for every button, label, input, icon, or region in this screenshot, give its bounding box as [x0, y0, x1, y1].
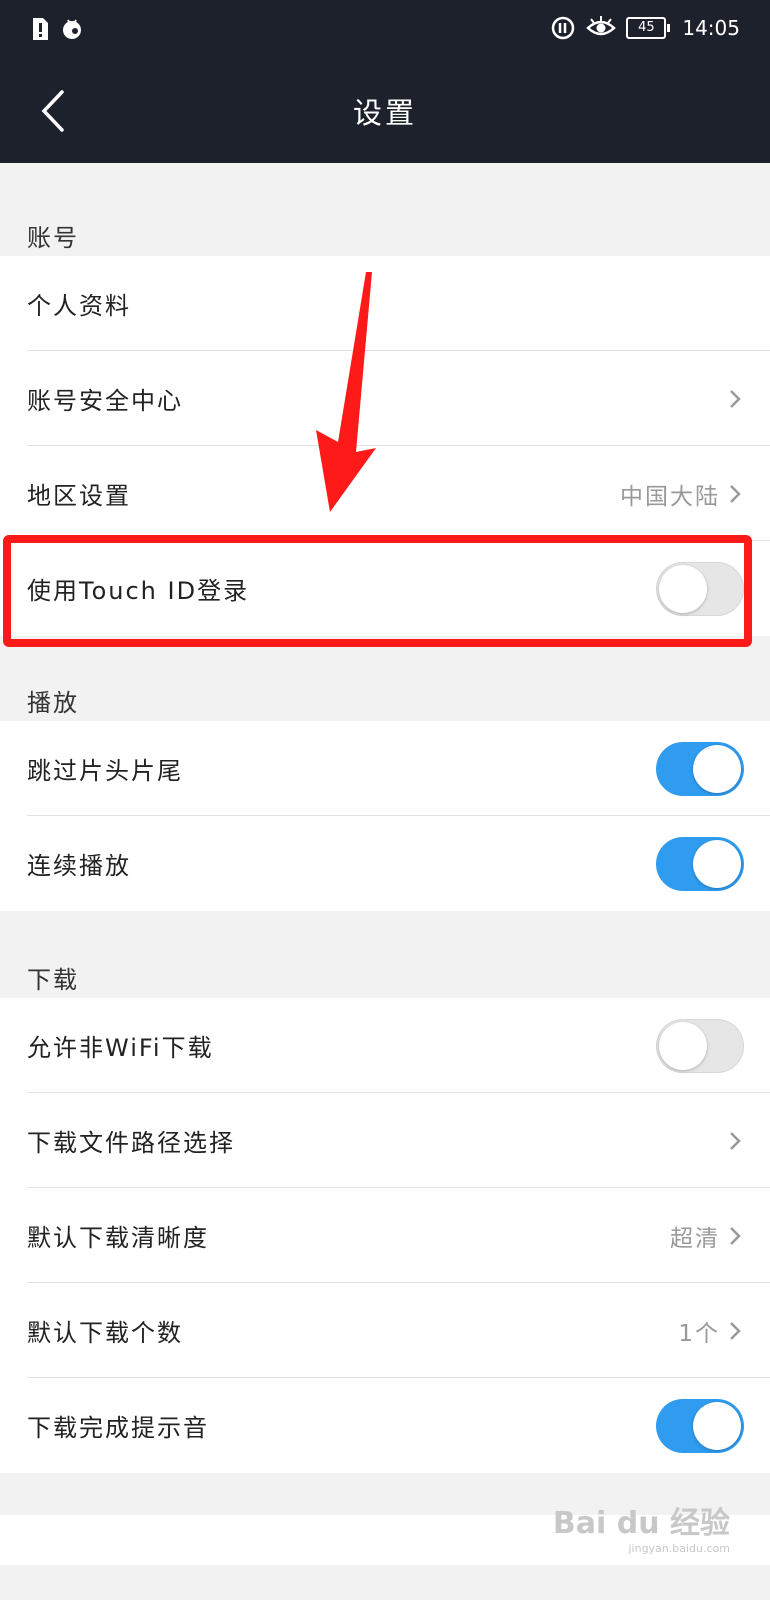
section-label-playback: 播放	[27, 689, 79, 717]
setting-value: 1个	[678, 1320, 720, 1347]
setting-non-wifi-download[interactable]: 允许非WiFi下载	[0, 998, 770, 1093]
setting-label: 个人资料	[27, 292, 131, 320]
setting-skip-intro[interactable]: 跳过片头片尾	[0, 721, 770, 816]
chevron-right-icon	[730, 484, 741, 503]
watermark-brand: Bai du 经验	[552, 1506, 730, 1541]
setting-download-count[interactable]: 默认下载个数 1个	[0, 1283, 770, 1378]
status-bar: 45 14:05	[0, 0, 770, 60]
skip-intro-toggle[interactable]	[656, 741, 744, 796]
setting-continuous-play[interactable]: 连续播放	[0, 816, 770, 911]
setting-label: 默认下载个数	[27, 1319, 183, 1347]
section-label-download: 下载	[27, 966, 79, 994]
annotation-arrow-icon	[316, 272, 376, 512]
setting-label: 默认下载清晰度	[27, 1224, 209, 1252]
page-title: 设置	[352, 96, 417, 130]
setting-value: 中国大陆	[620, 483, 720, 510]
chevron-right-icon	[730, 1226, 741, 1245]
setting-label: 下载文件路径选择	[27, 1129, 235, 1157]
chevron-right-icon	[730, 1321, 741, 1340]
sim-alert-icon	[33, 18, 48, 40]
watermark: Bai du 经验 jingyan.baidu.com	[553, 1498, 730, 1555]
watermark-url: jingyan.baidu.com	[628, 1542, 730, 1555]
data-icon	[552, 16, 575, 40]
setting-value: 超清	[670, 1225, 720, 1252]
setting-label: 跳过片头片尾	[27, 757, 183, 785]
toggle-knob	[693, 1401, 741, 1450]
setting-label: 地区设置	[27, 482, 131, 510]
setting-label: 账号安全中心	[27, 387, 183, 415]
status-time: 14:05	[682, 16, 740, 40]
chevron-right-icon	[730, 1131, 741, 1150]
setting-label: 连续播放	[27, 852, 131, 880]
eye-icon	[586, 16, 617, 36]
toggle-knob	[693, 744, 741, 793]
download-sound-toggle[interactable]	[656, 1398, 744, 1453]
section-label-account: 账号	[27, 224, 79, 252]
nav-bar: 设置	[0, 60, 770, 163]
setting-label: 下载完成提示音	[27, 1414, 209, 1442]
notification-icon	[63, 19, 81, 39]
non-wifi-toggle[interactable]	[656, 1018, 744, 1073]
toggle-knob	[693, 839, 741, 888]
setting-download-path[interactable]: 下载文件路径选择	[0, 1093, 770, 1188]
setting-label: 允许非WiFi下载	[27, 1034, 214, 1062]
chevron-right-icon	[730, 389, 741, 408]
continuous-play-toggle[interactable]	[656, 836, 744, 891]
setting-download-sound[interactable]: 下载完成提示音	[0, 1378, 770, 1473]
battery-icon: 45	[626, 17, 671, 39]
setting-download-quality[interactable]: 默认下载清晰度 超清	[0, 1188, 770, 1283]
toggle-knob	[659, 1021, 707, 1070]
highlight-box	[3, 535, 752, 647]
